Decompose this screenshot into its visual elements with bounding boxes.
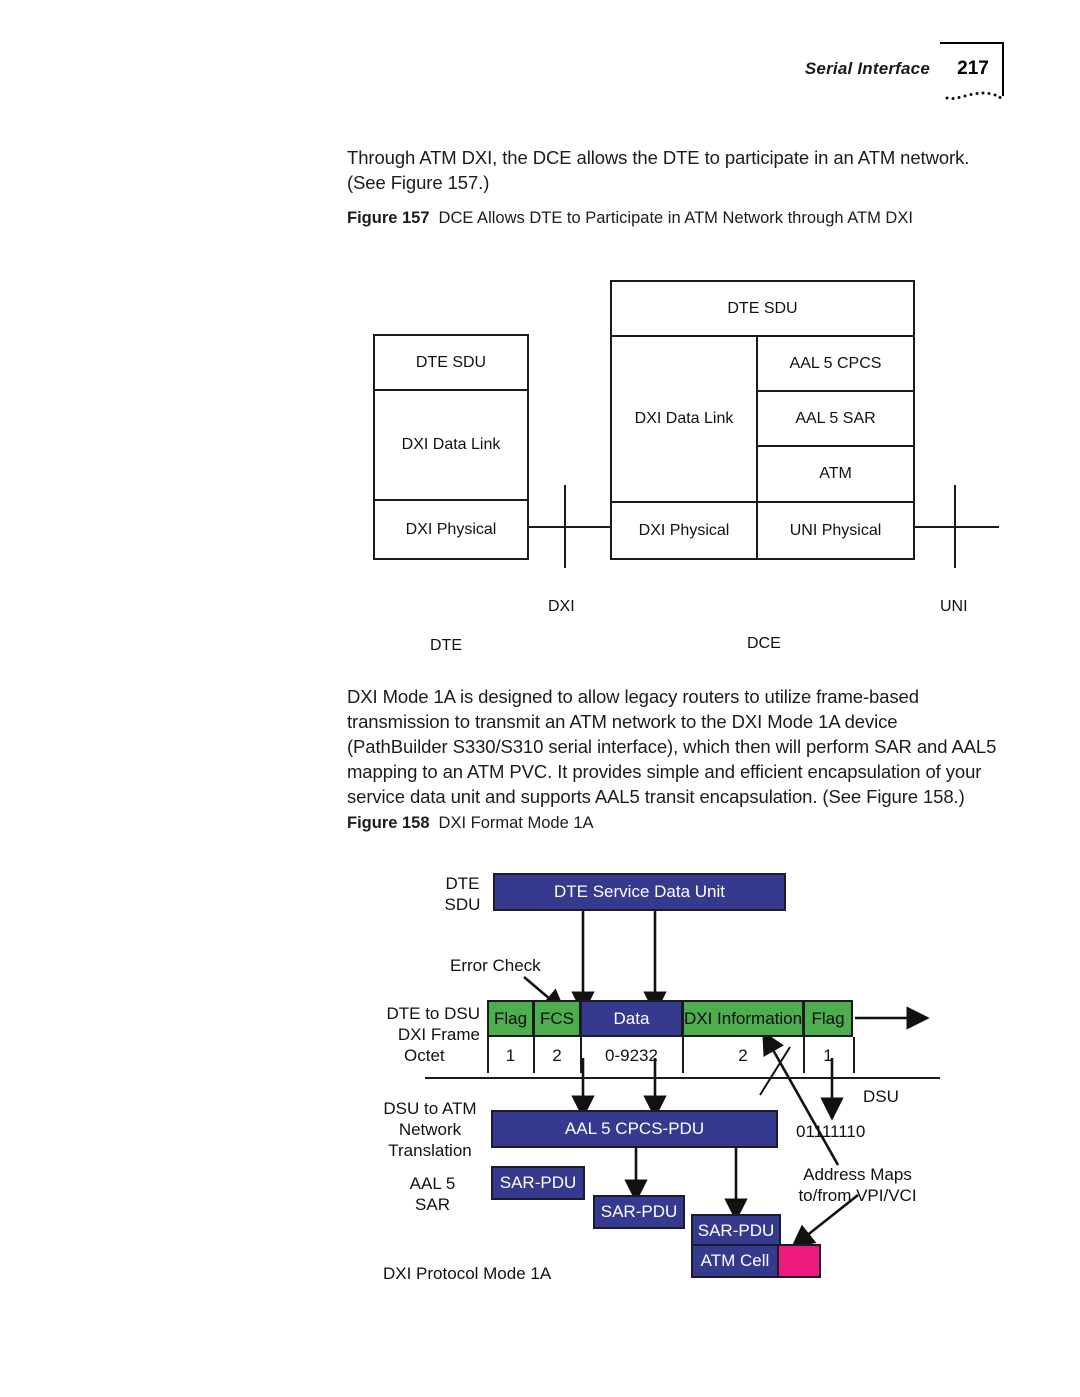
sar-pdu-box-2-label: SAR-PDU	[600, 1202, 678, 1221]
figure-157-caption-label: Figure 157	[347, 209, 430, 227]
dce-atm-box: ATM	[756, 445, 915, 503]
frame-cell-flag-right-label: Flag	[811, 1008, 845, 1028]
paragraph-intro: Through ATM DXI, the DCE allows the DTE …	[347, 147, 970, 193]
frame-cell-flag-left-label: Flag	[493, 1008, 528, 1028]
dte-dxi-data-link-label: DXI Data Link	[401, 436, 501, 453]
frame-cell-flag-right: Flag	[803, 1000, 853, 1037]
dte-device-label: DTE	[430, 637, 462, 654]
dce-aal5-sar-box: AAL 5 SAR	[756, 390, 915, 447]
frame-cell-flag-left: Flag	[487, 1000, 534, 1037]
figure-158-caption-text: DXI Format Mode 1A	[438, 814, 594, 832]
octet-row-label: Octet	[404, 1046, 445, 1065]
dce-uni-physical-box: UNI Physical	[756, 501, 915, 560]
flag-bits-label: 01111110	[796, 1122, 866, 1141]
frame-cell-dxi-information: DXI Information	[682, 1000, 804, 1037]
figure-157-diagram: DTE SDU DXI Data Link DXI Physical DTE S…	[0, 250, 1080, 670]
aal5-cpcs-pdu-label: AAL 5 CPCS-PDU	[564, 1119, 705, 1138]
octet-value-flag-right: 1	[823, 1046, 833, 1065]
sar-pdu-box-3: SAR-PDU	[691, 1214, 781, 1248]
dce-aal5-cpcs-box: AAL 5 CPCS	[756, 335, 915, 392]
frame-cell-dxi-information-label: DXI Information	[683, 1008, 803, 1028]
uni-interface-label: UNI	[940, 598, 968, 615]
error-check-label: Error Check	[450, 956, 541, 975]
address-maps-label: Address Maps to/from VPI/VCI	[798, 1165, 917, 1205]
dce-dxi-data-link-box: DXI Data Link	[610, 335, 758, 503]
dce-aal5-cpcs-label: AAL 5 CPCS	[789, 354, 882, 372]
octet-tick-5	[853, 1037, 855, 1073]
translation-row-label: DSU to ATM Network Translation	[383, 1099, 477, 1160]
dce-dxi-data-link-label: DXI Data Link	[634, 410, 734, 427]
sar-pdu-box-1: SAR-PDU	[491, 1166, 585, 1200]
dte-dxi-data-link-box: DXI Data Link	[373, 389, 529, 501]
figure-157-caption-text: DCE Allows DTE to Participate in ATM Net…	[438, 209, 913, 227]
dte-service-data-unit-box: DTE Service Data Unit	[493, 873, 786, 911]
atm-cell-label: ATM Cell	[700, 1251, 770, 1270]
page-number-box: 217	[940, 42, 1004, 100]
sar-pdu-box-2: SAR-PDU	[593, 1195, 685, 1229]
octet-value-flag-left: 1	[505, 1046, 516, 1065]
dte-service-data-unit-label: DTE Service Data Unit	[554, 882, 725, 901]
dxi-interface-label: DXI	[548, 598, 575, 615]
dte-sdu-label: DTE SDU	[415, 353, 487, 371]
page-header: Serial Interface 217	[804, 42, 1004, 100]
uni-link-line	[915, 526, 999, 528]
dxi-frame-row-label: DTE to DSU DXI Frame	[386, 1004, 480, 1044]
paragraph-dxi-mode-1a: DXI Mode 1A is designed to allow legacy …	[347, 686, 997, 807]
figure-158-connectors	[523, 911, 930, 1249]
atm-cell-header-segment	[777, 1244, 821, 1278]
frame-cell-fcs: FCS	[533, 1000, 581, 1037]
figure-158-caption-label: Figure 158	[347, 814, 430, 832]
dte-dxi-physical-label: DXI Physical	[405, 520, 497, 538]
dte-dxi-physical-box: DXI Physical	[373, 499, 529, 560]
frame-cell-data-label: Data	[613, 1008, 650, 1028]
figure-158-diagram: DTE SDU DTE Service Data Unit Error Check…	[0, 855, 1080, 1325]
dxi-protocol-mode-label: DXI Protocol Mode 1A	[383, 1264, 552, 1283]
dxi-link-line	[528, 526, 612, 528]
atm-cell-box: ATM Cell	[691, 1244, 779, 1278]
aal5-sar-row-label: AAL 5 SAR	[409, 1174, 456, 1214]
frame-cell-data: Data	[580, 1000, 683, 1037]
dte-sdu-box: DTE SDU	[373, 334, 529, 391]
dce-aal5-sar-label: AAL 5 SAR	[795, 409, 876, 427]
dce-uni-physical-label: UNI Physical	[789, 521, 882, 539]
frame-cell-fcs-label: FCS	[540, 1008, 574, 1028]
dsu-divider-line	[425, 1077, 940, 1079]
octet-value-data: 0-9232	[605, 1046, 658, 1065]
uni-boundary-tick	[954, 485, 956, 568]
sar-pdu-box-1-label: SAR-PDU	[499, 1173, 577, 1192]
octet-value-dxi-information: 2	[738, 1046, 748, 1065]
dce-dte-sdu-label: DTE SDU	[727, 299, 798, 317]
header-dot-decoration	[945, 91, 1002, 100]
octet-value-fcs: 2	[552, 1046, 562, 1065]
dce-device-label: DCE	[747, 635, 781, 652]
dce-dxi-physical-box: DXI Physical	[610, 501, 758, 560]
figure-157-caption: Figure 157 DCE Allows DTE to Participate …	[347, 209, 913, 228]
dce-dxi-physical-label: DXI Physical	[638, 521, 730, 539]
dce-dte-sdu-box: DTE SDU	[610, 280, 915, 337]
header-title: Serial Interface	[804, 59, 930, 78]
aal5-cpcs-pdu-box: AAL 5 CPCS-PDU	[491, 1110, 778, 1148]
sar-pdu-box-3-label: SAR-PDU	[697, 1221, 775, 1240]
dxi-boundary-tick	[564, 485, 566, 568]
dsu-label: DSU	[863, 1087, 899, 1106]
dce-atm-label: ATM	[819, 465, 852, 482]
dte-sdu-row-label: DTE SDU	[444, 874, 481, 914]
figure-158-caption: Figure 158 DXI Format Mode 1A	[347, 814, 594, 833]
